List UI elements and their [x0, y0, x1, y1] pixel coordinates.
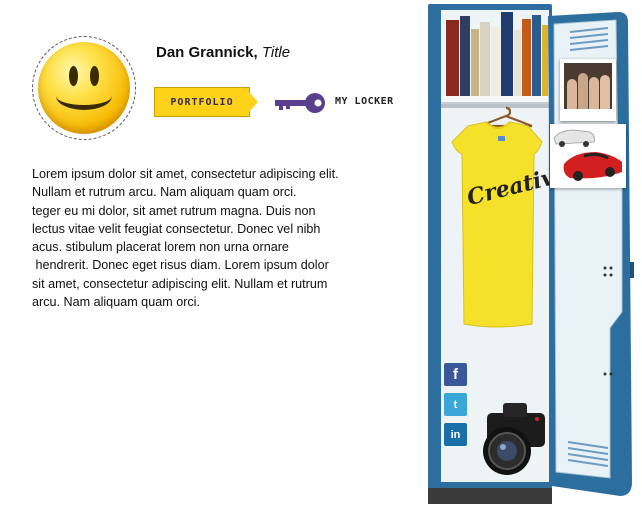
bio-line: sit amet, consectetur adipiscing elit. N… — [32, 276, 328, 291]
bio-line: lectus vitae velit feugiat consectetur. … — [32, 221, 321, 236]
locker-shelf — [441, 96, 549, 104]
linkedin-icon[interactable]: in — [444, 423, 467, 446]
twitter-icon-glyph: t — [453, 398, 458, 411]
profile-name-title: Dan Grannick, Title — [156, 44, 290, 61]
my-locker-link[interactable]: MY LOCKER — [335, 96, 394, 107]
bio-line: acus. stibulum placerat lorem non urna o… — [32, 240, 289, 255]
bio-line: Lorem ipsum dolor sit amet, consectetur … — [32, 167, 339, 181]
camera-icon[interactable] — [477, 399, 549, 477]
portfolio-button-label: PORTFOLIO — [170, 96, 234, 108]
linkedin-icon-glyph: in — [450, 428, 461, 441]
profile-title: Title — [261, 44, 291, 61]
bio-line: teger eu mi dolor, sit amet rutrum magna… — [32, 203, 316, 218]
books-shelf[interactable] — [446, 12, 549, 96]
smiley-face-icon — [38, 42, 130, 134]
facebook-icon-glyph: f — [453, 366, 458, 383]
key-icon[interactable] — [274, 93, 326, 113]
portfolio-arrow-icon — [249, 92, 258, 112]
bio-line: hendrerit. Donec eget risus diam. Lorem … — [32, 258, 329, 273]
bio-line: Nullam et rutrum arcu. Nam aliquam quam … — [32, 185, 297, 200]
locker-base — [428, 488, 552, 504]
facebook-icon[interactable]: f — [444, 363, 467, 386]
sports-car-photo[interactable] — [550, 124, 626, 188]
avatar — [32, 36, 136, 140]
profile-name: Dan Grannick, — [156, 44, 258, 61]
bio-line: arcu. Nam aliquam quam orci. — [32, 295, 200, 310]
twitter-icon[interactable]: t — [444, 393, 467, 416]
friends-photo[interactable] — [560, 59, 616, 121]
bio-text: Lorem ipsum dolor sit amet, consectetur … — [32, 165, 382, 311]
portfolio-button[interactable]: PORTFOLIO — [154, 87, 250, 117]
creative-shirt[interactable] — [446, 118, 550, 328]
